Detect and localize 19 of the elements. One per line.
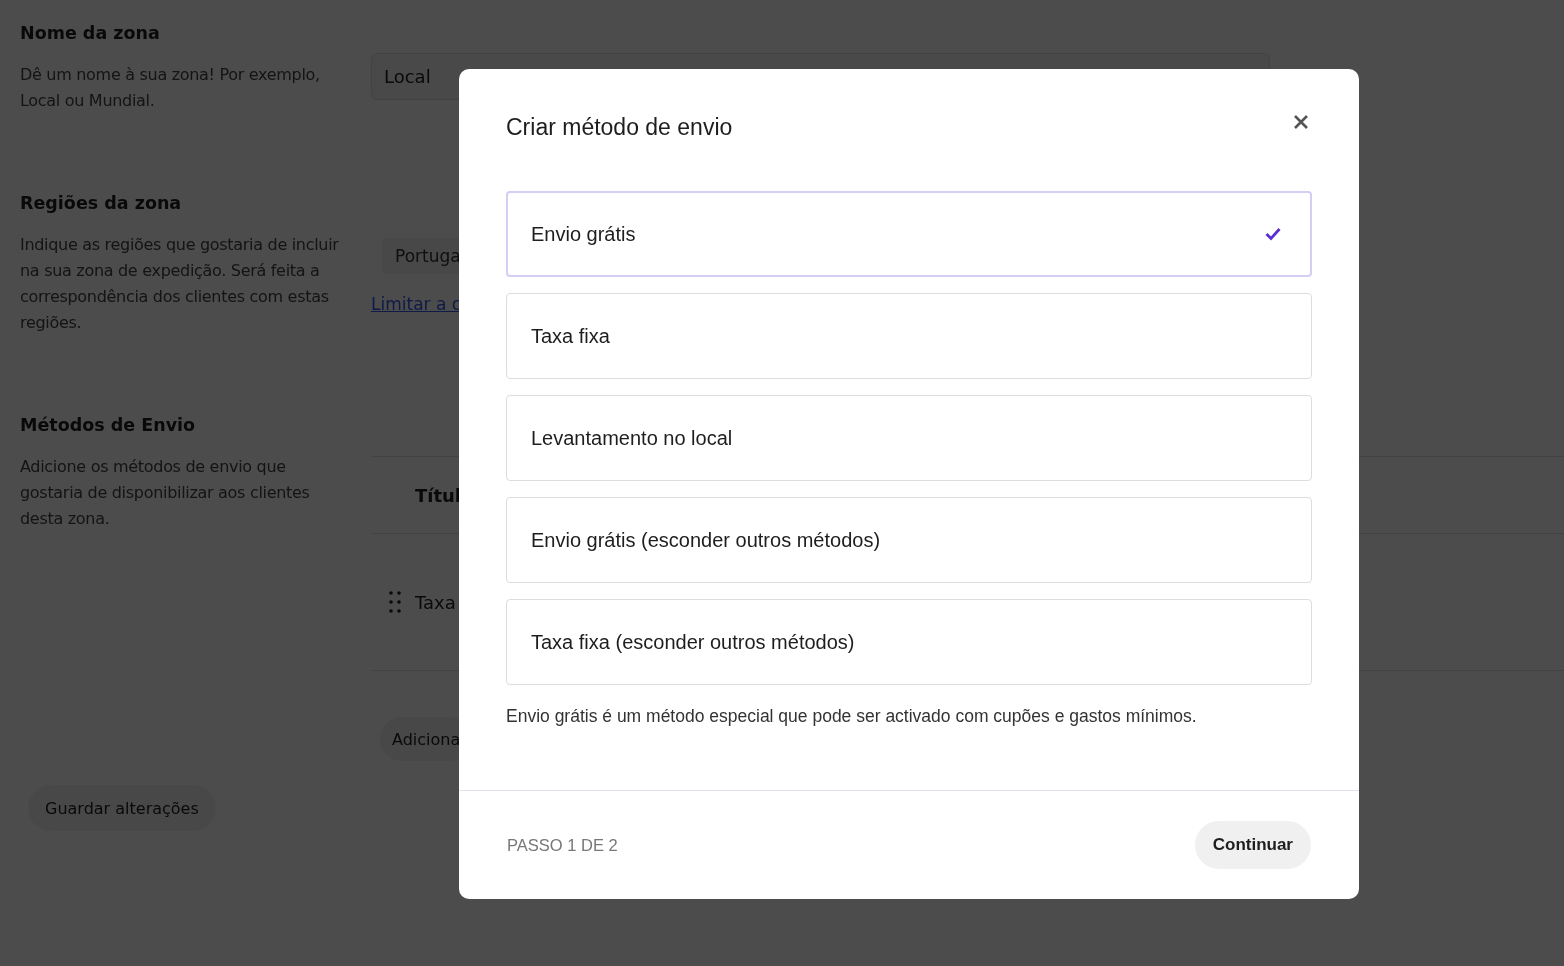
column-header: Títul	[415, 484, 462, 506]
dialog-title: Criar método de envio	[506, 113, 733, 142]
section-heading: Regiões da zona	[20, 192, 183, 215]
section-heading: Métodos de Envio	[20, 414, 197, 437]
shipping-option[interactable]: Taxa fixa	[506, 293, 1312, 379]
section-description: Adicione os métodos de envio que gostaria de disponibilizar aos clientes desta zona.	[20, 456, 311, 530]
table-cell: Taxa	[415, 591, 456, 613]
continue-button[interactable]: Continuar	[1194, 821, 1311, 869]
shipping-option[interactable]: Envio grátis	[506, 191, 1312, 277]
shipping-option[interactable]: Taxa fixa (esconder outros métodos)	[506, 599, 1312, 685]
step-indicator: PASSO 1 DE 2	[507, 835, 618, 855]
dialog-note: Envio grátis é um método especial que pode ser activado com cupões e gastos mínimos.	[506, 705, 1198, 727]
section-heading: Nome da zona	[20, 22, 161, 45]
shipping-option[interactable]: Envio grátis (esconder outros métodos)	[506, 497, 1312, 583]
close-icon[interactable]	[1293, 114, 1309, 130]
check-icon	[1265, 227, 1281, 241]
section-description: Indique as regiões que gostaria de incluir na sua zona de expedição. Será feita a correspondência dos clientes com estas regiões.	[20, 234, 340, 334]
section-description: Dê um nome à sua zona! Por exemplo, Local ou Mundial.	[20, 64, 321, 112]
shipping-option[interactable]: Levantamento no local	[506, 395, 1312, 481]
